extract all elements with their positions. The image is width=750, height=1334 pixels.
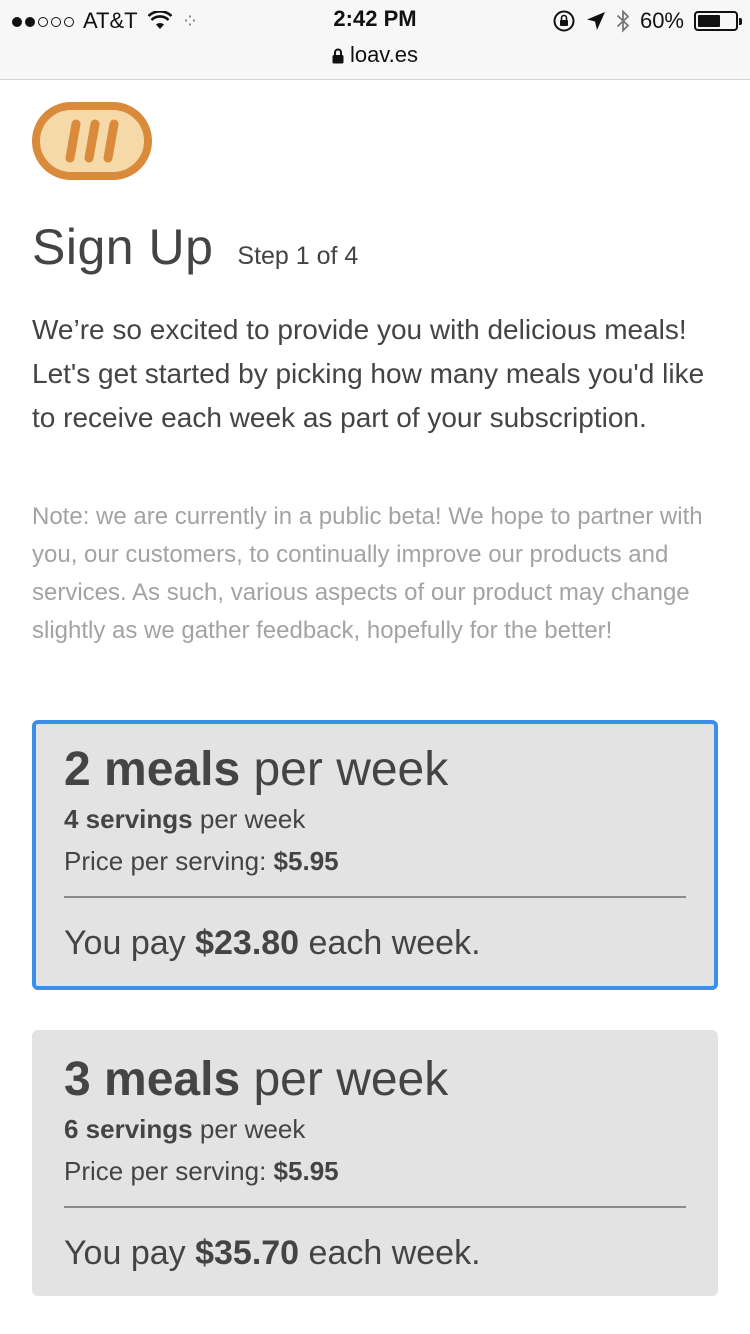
title-row: Sign Up Step 1 of 4 bbox=[32, 218, 358, 276]
loaves-logo-icon bbox=[32, 102, 152, 180]
plan-option-2-meals[interactable]: 2 meals per week 4 servings per week Pri… bbox=[32, 720, 718, 990]
status-right: 60% bbox=[552, 6, 742, 36]
plan-price: Price per serving: $5.95 bbox=[64, 1156, 339, 1186]
status-bar: AT&T ⁘ 2:42 PM loav.es 60% bbox=[0, 0, 750, 80]
bluetooth-icon bbox=[616, 9, 630, 33]
plan-servings: 6 servings per week bbox=[64, 1114, 306, 1144]
orientation-lock-icon bbox=[553, 10, 575, 32]
url-text: loav.es bbox=[349, 42, 419, 67]
lock-icon bbox=[332, 48, 344, 64]
beta-note: Note: we are currently in a public beta!… bbox=[32, 503, 703, 644]
page-title: Sign Up bbox=[32, 219, 214, 275]
plan-price: Price per serving: $5.95 bbox=[64, 846, 339, 876]
step-indicator: Step 1 of 4 bbox=[237, 242, 359, 270]
battery-level bbox=[698, 15, 720, 27]
plan-total: You pay $23.80 each week. bbox=[64, 924, 481, 962]
intro-text: We’re so excited to provide you with del… bbox=[32, 314, 705, 433]
plan-meals: 2 meals per week bbox=[64, 743, 449, 796]
address-bar[interactable]: loav.es bbox=[0, 42, 750, 68]
plan-meals: 3 meals per week bbox=[64, 1053, 449, 1106]
battery-percent: 60% bbox=[639, 8, 684, 33]
location-arrow-icon bbox=[586, 12, 605, 30]
plan-total: You pay $35.70 each week. bbox=[64, 1234, 481, 1272]
battery-icon bbox=[694, 11, 742, 31]
plan-option-3-meals[interactable]: 3 meals per week 6 servings per week Pri… bbox=[32, 1030, 718, 1296]
plan-servings: 4 servings per week bbox=[64, 804, 306, 834]
